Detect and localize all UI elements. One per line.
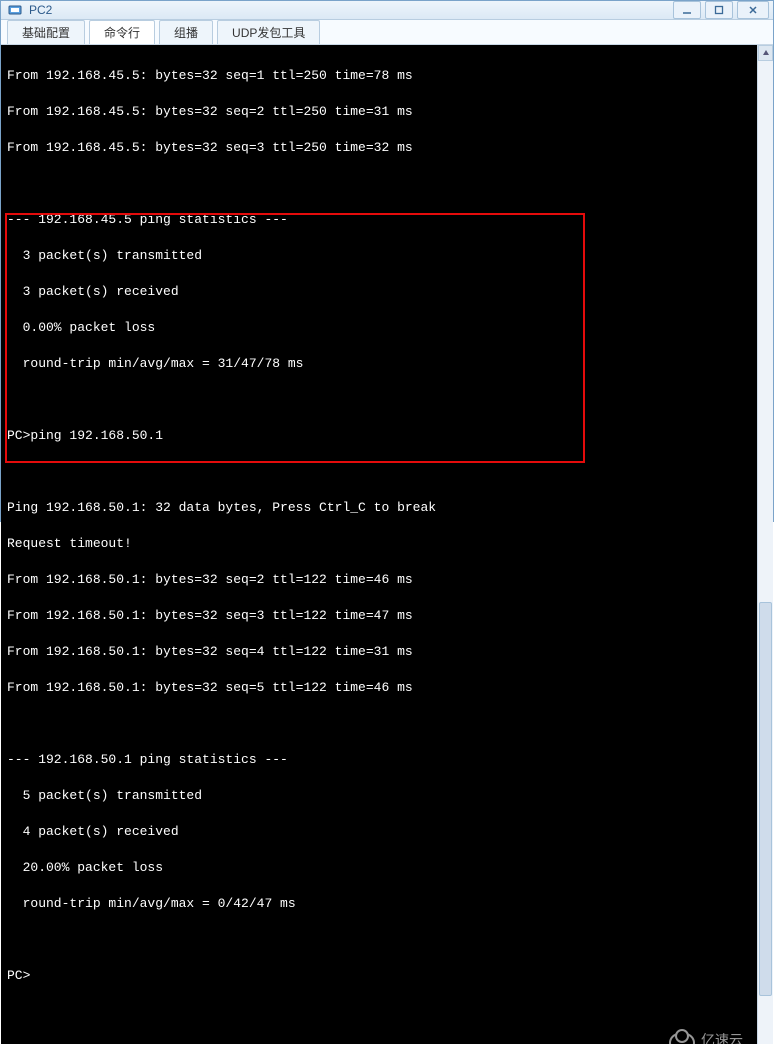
terminal[interactable]: From 192.168.45.5: bytes=32 seq=1 ttl=25… [1, 45, 757, 1044]
terminal-line [7, 175, 751, 193]
tab-command-line[interactable]: 命令行 [89, 20, 155, 44]
titlebar: PC2 [1, 1, 773, 20]
terminal-line: From 192.168.45.5: bytes=32 seq=3 ttl=25… [7, 139, 751, 157]
terminal-line: From 192.168.50.1: bytes=32 seq=5 ttl=12… [7, 679, 751, 697]
window-controls [673, 1, 769, 19]
terminal-line: round-trip min/avg/max = 31/47/78 ms [7, 355, 751, 373]
terminal-line: From 192.168.50.1: bytes=32 seq=2 ttl=12… [7, 571, 751, 589]
tab-udp-tool[interactable]: UDP发包工具 [217, 20, 320, 44]
terminal-line: Ping 192.168.50.1: 32 data bytes, Press … [7, 499, 751, 517]
terminal-line: --- 192.168.50.1 ping statistics --- [7, 751, 751, 769]
terminal-line: --- 192.168.45.5 ping statistics --- [7, 211, 751, 229]
terminal-line: Request timeout! [7, 535, 751, 553]
cloud-icon [669, 1033, 695, 1044]
tab-label: 基础配置 [22, 24, 70, 41]
app-window: PC2 基础配置 命令行 组播 UDP发包工具 From 192.168.45.… [0, 0, 774, 522]
terminal-line [7, 715, 751, 733]
terminal-line: 3 packet(s) received [7, 283, 751, 301]
terminal-line: From 192.168.45.5: bytes=32 seq=1 ttl=25… [7, 67, 751, 85]
app-icon [7, 2, 23, 18]
tabbar: 基础配置 命令行 组播 UDP发包工具 [1, 20, 773, 45]
vertical-scrollbar[interactable] [757, 45, 773, 1044]
scroll-thumb[interactable] [759, 602, 772, 996]
terminal-line: 20.00% packet loss [7, 859, 751, 877]
terminal-line: From 192.168.45.5: bytes=32 seq=2 ttl=25… [7, 103, 751, 121]
maximize-button[interactable] [705, 1, 733, 19]
terminal-line: 3 packet(s) transmitted [7, 247, 751, 265]
terminal-line: PC> [7, 967, 751, 985]
terminal-line: PC>ping 192.168.50.1 [7, 427, 751, 445]
tab-basic-config[interactable]: 基础配置 [7, 20, 85, 44]
terminal-line: From 192.168.50.1: bytes=32 seq=4 ttl=12… [7, 643, 751, 661]
tab-label: 命令行 [104, 24, 140, 41]
scroll-track[interactable] [758, 61, 773, 1044]
terminal-line: 0.00% packet loss [7, 319, 751, 337]
watermark: 亿速云 [669, 1033, 743, 1044]
title-left: PC2 [7, 2, 52, 18]
terminal-line [7, 463, 751, 481]
terminal-line: 5 packet(s) transmitted [7, 787, 751, 805]
terminal-line: From 192.168.50.1: bytes=32 seq=3 ttl=12… [7, 607, 751, 625]
watermark-text: 亿速云 [701, 1033, 743, 1044]
minimize-button[interactable] [673, 1, 701, 19]
tab-multicast[interactable]: 组播 [159, 20, 213, 44]
terminal-line [7, 391, 751, 409]
scroll-up-button[interactable] [758, 45, 773, 61]
close-button[interactable] [737, 1, 769, 19]
window-title: PC2 [29, 3, 52, 17]
tab-label: 组播 [174, 24, 198, 41]
terminal-area: From 192.168.45.5: bytes=32 seq=1 ttl=25… [1, 45, 773, 1044]
tab-label: UDP发包工具 [232, 24, 305, 41]
terminal-line [7, 931, 751, 949]
terminal-line: 4 packet(s) received [7, 823, 751, 841]
terminal-line: round-trip min/avg/max = 0/42/47 ms [7, 895, 751, 913]
